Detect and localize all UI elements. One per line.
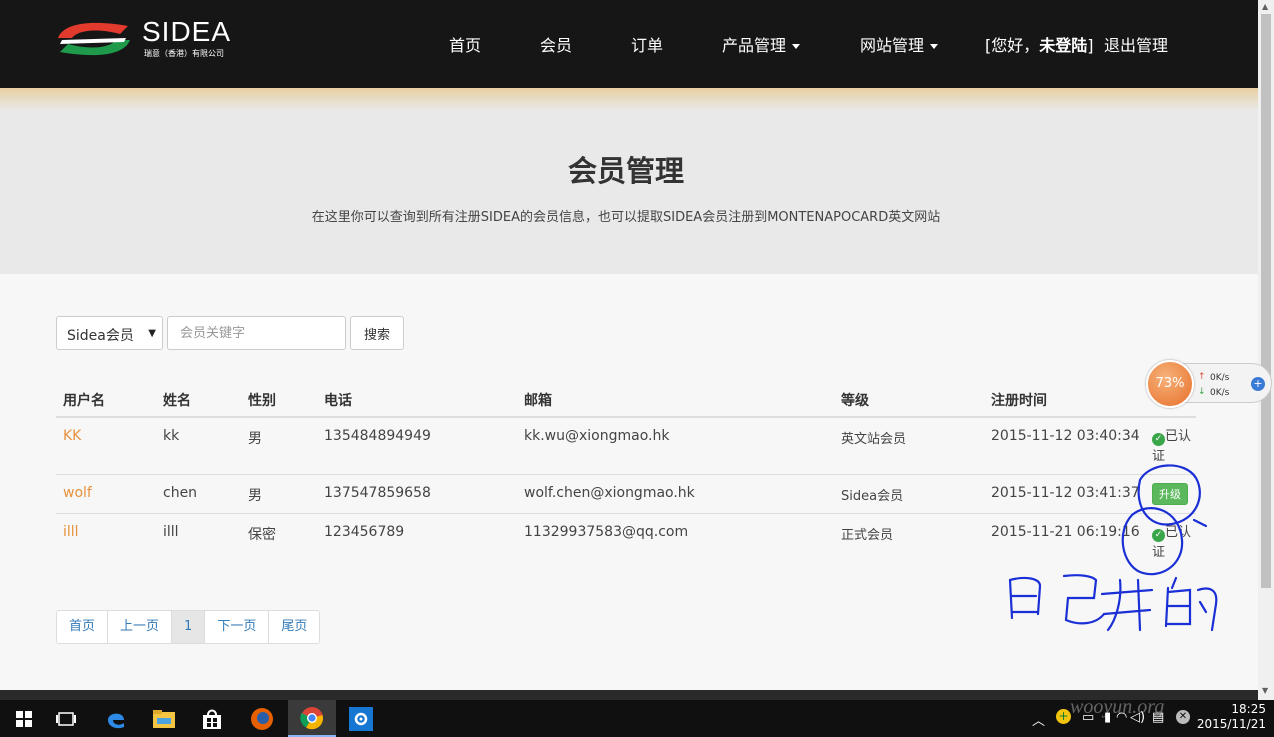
row2-name: chen xyxy=(163,485,198,501)
page-subtitle: 在这里你可以查询到所有注册SIDEA的会员信息，也可以提取SIDEA会员注册到M… xyxy=(311,210,941,225)
close-tray-icon[interactable]: ✕ xyxy=(1176,710,1190,724)
page-hero: 会员管理 在这里你可以查询到所有注册SIDEA的会员信息，也可以提取SIDEA会… xyxy=(0,110,1258,274)
firefox-icon[interactable] xyxy=(238,700,286,737)
row3-level: 正式会员 xyxy=(841,528,894,543)
clock-date: 2015/11/21 xyxy=(1196,717,1266,731)
col-registered: 注册时间 xyxy=(991,393,1047,409)
row1-gender: 男 xyxy=(248,431,262,447)
row3-registered: 2015-11-21 06:19:16 xyxy=(991,524,1140,540)
check-circle-icon: ✓ xyxy=(1152,433,1165,446)
row3-phone: 123456789 xyxy=(324,524,405,540)
col-email: 邮箱 xyxy=(524,393,552,409)
greeting-prefix: [您好， xyxy=(985,36,1040,55)
nav-site-label: 网站管理 xyxy=(860,36,925,55)
nav-members[interactable]: 会员 xyxy=(540,32,572,56)
search-button[interactable]: 搜索 xyxy=(350,316,404,350)
download-speed: 0K/s xyxy=(1210,388,1230,398)
logo-subtitle: 瑞意（香港）有限公司 xyxy=(144,49,224,58)
upload-arrow-icon: ↑ xyxy=(1198,372,1206,382)
windows-start-icon[interactable] xyxy=(0,700,48,737)
check-circle-icon: ✓ xyxy=(1152,529,1165,542)
page-current[interactable]: 1 xyxy=(171,611,205,643)
table-header-divider xyxy=(56,416,1196,418)
member-keyword-input[interactable] xyxy=(167,316,346,350)
logo-text: SIDEA xyxy=(142,16,232,47)
nav-home[interactable]: 首页 xyxy=(449,32,481,56)
row1-phone: 135484894949 xyxy=(324,428,431,444)
store-icon[interactable] xyxy=(188,700,236,737)
pagination: 首页 上一页 1 下一页 尾页 xyxy=(56,610,321,644)
nav-shadow xyxy=(0,88,1258,110)
member-type-select[interactable]: Sidea会员 ▼ xyxy=(56,316,163,350)
col-gender: 性别 xyxy=(248,393,276,409)
select-arrow-icon: ▼ xyxy=(148,328,156,339)
scroll-thumb[interactable] xyxy=(1261,14,1271,588)
logout-link[interactable]: 退出管理 xyxy=(1104,32,1168,56)
row3-username[interactable]: illl xyxy=(63,524,79,540)
row3-status-verified: ✓ 已认证 xyxy=(1152,523,1196,563)
nav-product-label: 产品管理 xyxy=(722,36,787,55)
col-name: 姓名 xyxy=(163,393,191,409)
col-level: 等级 xyxy=(841,393,869,409)
row2-level: Sidea会员 xyxy=(841,489,904,504)
col-username: 用户名 xyxy=(63,393,105,409)
row1-level: 英文站会员 xyxy=(841,432,907,447)
row2-phone: 137547859658 xyxy=(324,485,431,501)
nav-site-management[interactable]: 网站管理 xyxy=(860,32,939,56)
scroll-up-icon[interactable]: ▲ xyxy=(1262,2,1268,11)
vertical-scrollbar[interactable]: ▲ ▼ xyxy=(1258,0,1274,700)
system-clock[interactable]: 18:25 2015/11/21 xyxy=(1196,702,1266,732)
row-divider xyxy=(56,474,1196,475)
greeting-suffix: ] xyxy=(1087,36,1094,55)
row-divider xyxy=(56,513,1196,514)
tray-app-icon[interactable]: + xyxy=(1056,709,1071,724)
row2-gender: 男 xyxy=(248,488,262,504)
brand-logo[interactable]: SIDEA 瑞意（香港）有限公司 xyxy=(54,16,244,62)
edge-icon[interactable] xyxy=(92,700,140,737)
nav-orders[interactable]: 订单 xyxy=(631,32,663,56)
row1-name: kk xyxy=(163,428,180,444)
memory-usage-ball[interactable]: 73% xyxy=(1146,360,1194,408)
col-phone: 电话 xyxy=(324,393,352,409)
file-explorer-icon[interactable] xyxy=(140,700,188,737)
wooyun-watermark: wooyun.org xyxy=(1070,696,1165,718)
row1-email: kk.wu@xiongmao.hk xyxy=(524,428,670,444)
greeting-user: 未登陆 xyxy=(1039,36,1088,55)
row1-username[interactable]: KK xyxy=(63,428,81,444)
row3-name: illl xyxy=(163,524,179,540)
row2-registered: 2015-11-12 03:41:37 xyxy=(991,485,1140,501)
logo-swoosh-icon xyxy=(58,22,130,56)
row3-gender: 保密 xyxy=(248,527,276,543)
page-last[interactable]: 尾页 xyxy=(268,611,319,643)
row2-username[interactable]: wolf xyxy=(63,485,92,501)
settings-icon[interactable] xyxy=(337,700,385,737)
row3-email: 11329937583@qq.com xyxy=(524,524,689,540)
caret-down-icon xyxy=(930,44,939,49)
nav-product-management[interactable]: 产品管理 xyxy=(722,32,801,56)
page-first[interactable]: 首页 xyxy=(57,611,107,643)
scroll-down-icon[interactable]: ▼ xyxy=(1262,686,1268,695)
task-view-icon[interactable] xyxy=(42,700,90,737)
page-title: 会员管理 xyxy=(567,154,684,188)
plus-icon[interactable]: + xyxy=(1251,377,1265,391)
top-navbar: SIDEA 瑞意（香港）有限公司 首页 会员 订单 产品管理 网站管理 [您好，… xyxy=(0,0,1258,88)
upload-speed: 0K/s xyxy=(1210,373,1230,383)
greeting: [您好，未登陆] xyxy=(985,32,1094,56)
row1-status-verified: ✓ 已认证 xyxy=(1152,427,1196,467)
row1-registered: 2015-11-12 03:40:34 xyxy=(991,428,1140,444)
clock-time: 18:25 xyxy=(1231,702,1266,716)
download-arrow-icon: ↓ xyxy=(1198,387,1206,397)
member-type-value: Sidea会员 xyxy=(67,328,134,344)
page-next[interactable]: 下一页 xyxy=(204,611,268,643)
chrome-icon[interactable] xyxy=(288,700,336,737)
page-prev[interactable]: 上一页 xyxy=(107,611,171,643)
caret-down-icon xyxy=(792,44,801,49)
row2-upgrade-button[interactable]: 升级 xyxy=(1152,483,1188,505)
row2-email: wolf.chen@xiongmao.hk xyxy=(524,485,695,501)
tray-expand-icon[interactable]: ︿ xyxy=(1032,710,1045,729)
